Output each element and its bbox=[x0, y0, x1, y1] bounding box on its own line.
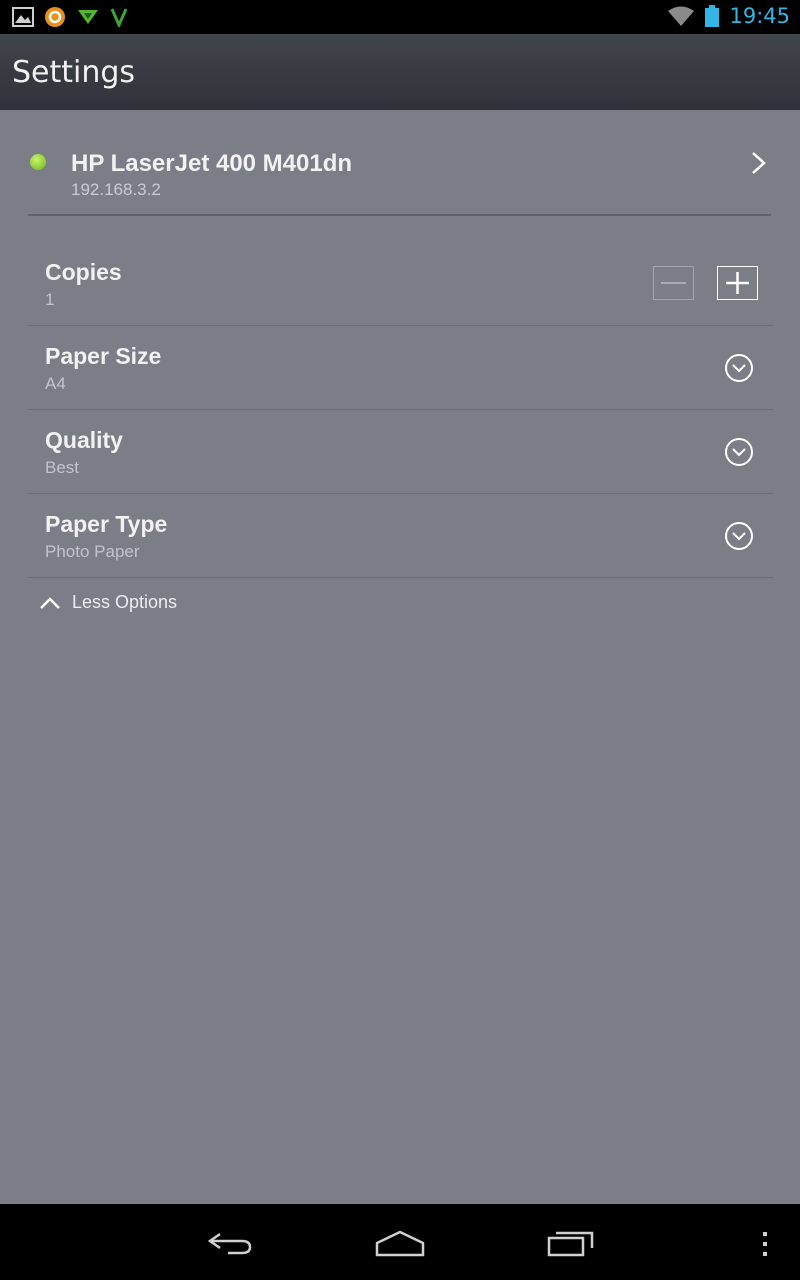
paper-size-value: A4 bbox=[45, 374, 66, 393]
system-status: 19:45 bbox=[667, 4, 790, 28]
paper-type-value: Photo Paper bbox=[45, 542, 140, 561]
download-icon bbox=[78, 10, 98, 24]
copies-value: 1 bbox=[45, 290, 55, 309]
quality-label: Quality bbox=[45, 427, 123, 453]
copies-label: Copies bbox=[45, 259, 122, 285]
paper-type-label: Paper Type bbox=[45, 511, 168, 537]
overflow-menu-icon[interactable] bbox=[760, 1230, 770, 1258]
less-options-toggle[interactable]: Less Options bbox=[38, 592, 177, 613]
vine-icon bbox=[110, 8, 128, 27]
printer-name: HP LaserJet 400 M401dn bbox=[71, 150, 353, 177]
paper-size-label: Paper Size bbox=[45, 343, 162, 369]
clock: 19:45 bbox=[729, 4, 790, 28]
action-bar: Settings bbox=[0, 34, 800, 111]
navigation-bar bbox=[0, 1204, 800, 1280]
paper-size-row[interactable]: Paper Size A4 bbox=[28, 326, 773, 410]
status-bar: 19:45 bbox=[0, 0, 800, 34]
plus-icon bbox=[726, 272, 749, 294]
chevron-up-icon bbox=[40, 596, 60, 609]
circle-app-icon bbox=[45, 7, 65, 27]
notification-area bbox=[12, 6, 128, 28]
wifi-icon bbox=[668, 6, 695, 26]
battery-icon bbox=[705, 5, 720, 27]
minus-icon bbox=[661, 282, 686, 284]
quality-value: Best bbox=[45, 458, 80, 477]
back-icon[interactable] bbox=[206, 1230, 254, 1256]
home-icon[interactable] bbox=[374, 1229, 426, 1257]
less-options-label: Less Options bbox=[72, 592, 178, 612]
chevron-down-circle-icon[interactable] bbox=[723, 520, 755, 552]
quality-row[interactable]: Quality Best bbox=[28, 410, 773, 494]
chevron-right-icon[interactable] bbox=[747, 150, 771, 176]
paper-type-row[interactable]: Paper Type Photo Paper bbox=[28, 494, 773, 578]
decrease-copies-button[interactable] bbox=[653, 266, 694, 300]
printer-ip: 192.168.3.2 bbox=[71, 180, 161, 199]
printer-status-indicator bbox=[30, 154, 46, 170]
settings-panel: HP LaserJet 400 M401dn 192.168.3.2 Copie… bbox=[0, 110, 800, 1204]
chevron-down-circle-icon[interactable] bbox=[723, 436, 755, 468]
recents-icon[interactable] bbox=[546, 1228, 596, 1258]
page-title: Settings bbox=[12, 55, 136, 90]
chevron-down-circle-icon[interactable] bbox=[723, 352, 755, 384]
copies-row: Copies 1 bbox=[28, 242, 773, 326]
increase-copies-button[interactable] bbox=[717, 266, 758, 300]
gallery-icon bbox=[12, 7, 34, 27]
printer-selector[interactable]: HP LaserJet 400 M401dn 192.168.3.2 bbox=[28, 110, 771, 216]
